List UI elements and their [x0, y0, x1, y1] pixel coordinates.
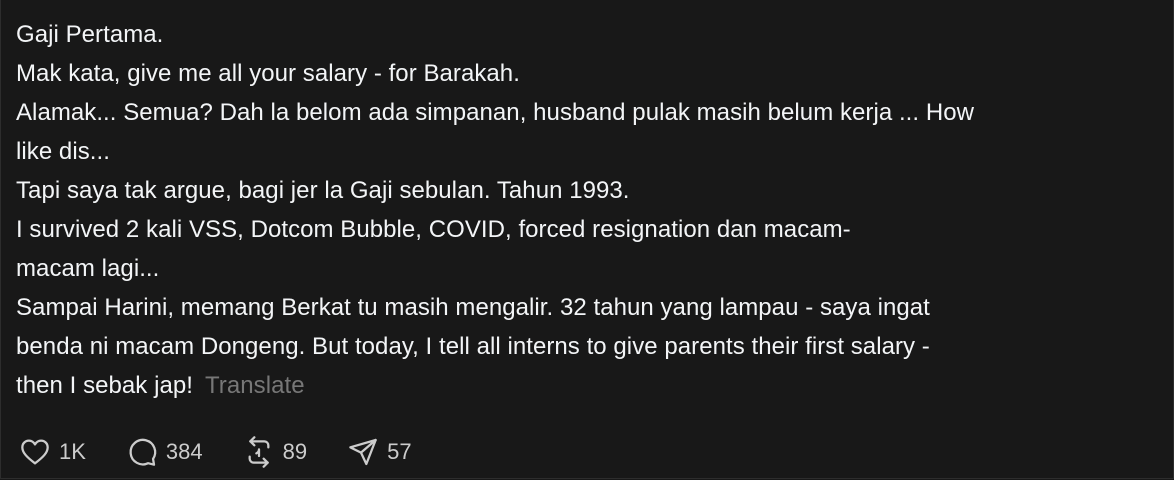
translate-link[interactable]: Translate	[205, 372, 305, 399]
like-button[interactable]: 1K	[19, 436, 86, 468]
post-line-text: then I sebak jap!	[16, 372, 193, 399]
post-line: Alamak... Semua? Dah la belom ada simpan…	[16, 99, 974, 126]
post-actions: 1K 384 89 57	[19, 434, 452, 470]
reply-count: 384	[165, 439, 203, 464]
repost-button[interactable]: 89	[243, 436, 307, 468]
post-line: Gaji Pertama.	[16, 21, 164, 48]
like-count: 1K	[59, 439, 86, 464]
post-line: Mak kata, give me all your salary - for …	[16, 60, 520, 87]
post-line: Tapi saya tak argue, bagi jer la Gaji se…	[16, 177, 630, 204]
comment-icon	[126, 436, 158, 468]
post-line: I survived 2 kali VSS, Dotcom Bubble, CO…	[16, 216, 851, 243]
post-line: Sampai Harini, memang Berkat tu masih me…	[16, 294, 930, 321]
post-line: like dis...	[16, 138, 110, 165]
share-button[interactable]: 57	[347, 436, 412, 468]
post-text: Gaji Pertama. Mak kata, give me all your…	[16, 15, 1126, 405]
share-count: 57	[387, 439, 412, 464]
repost-icon	[243, 436, 275, 468]
share-icon	[347, 436, 379, 468]
reply-button[interactable]: 384	[126, 436, 203, 468]
post-line: benda ni macam Dongeng. But today, I tel…	[16, 333, 930, 360]
heart-icon	[19, 436, 51, 468]
repost-count: 89	[282, 439, 308, 464]
post-line-last: then I sebak jap! Translate	[16, 366, 1126, 405]
post-card: Gaji Pertama. Mak kata, give me all your…	[0, 0, 1174, 479]
post-line: macam lagi...	[16, 255, 160, 282]
